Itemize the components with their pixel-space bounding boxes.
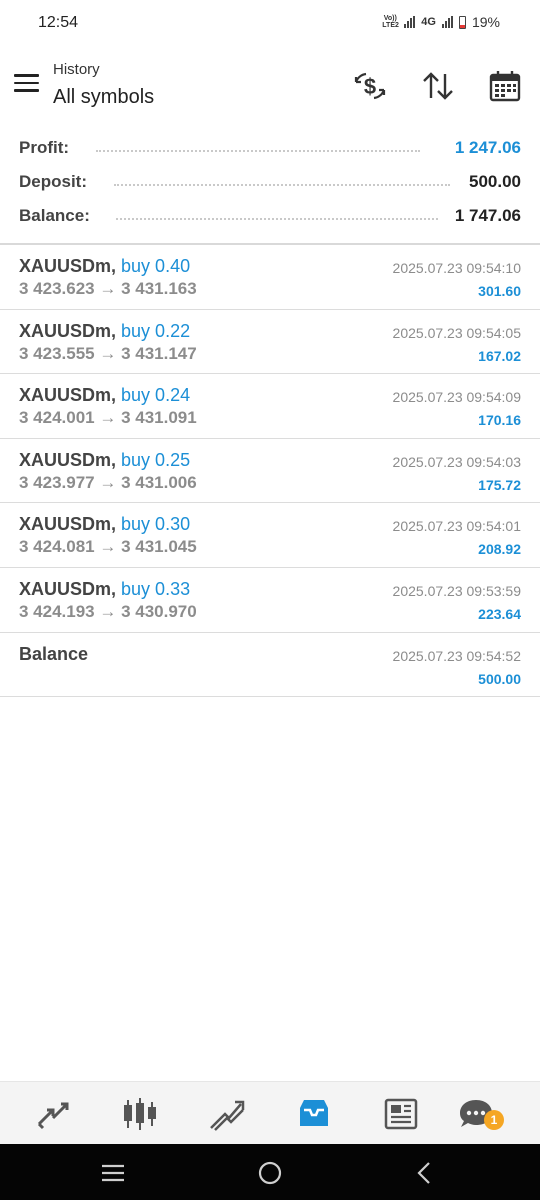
recents-icon[interactable] xyxy=(98,1158,128,1188)
home-icon[interactable] xyxy=(255,1158,285,1188)
trade-profit: 223.64 xyxy=(478,605,521,622)
summary-row-profit: Profit: 1 247.06 xyxy=(0,132,540,166)
trade-prices: 3 424.193 → 3 430.970 xyxy=(19,601,197,621)
trade-symbol: XAUUSDm, xyxy=(19,256,117,276)
back-icon[interactable] xyxy=(410,1158,440,1188)
trade-profit: 170.16 xyxy=(478,412,521,429)
trade-profit: 301.60 xyxy=(478,283,521,299)
chat-badge: 1 xyxy=(484,1110,504,1130)
system-nav xyxy=(0,1144,540,1200)
trade-profit: 208.92 xyxy=(478,541,521,558)
trade-row[interactable]: XAUUSDm, buy 0.30 3 424.081 → 3 431.045 … xyxy=(0,503,540,568)
status-indicators: Vo)) LTE2 4G 19% xyxy=(382,14,500,30)
balance-row[interactable]: Balance 2025.07.23 09:54:52 500.00 xyxy=(0,633,540,698)
trade-time: 2025.07.23 09:54:05 xyxy=(392,324,521,341)
trade-prices: 3 423.623 → 3 431.163 xyxy=(19,279,197,298)
trade-symbol: XAUUSDm, xyxy=(19,578,117,599)
chat-icon[interactable]: 1 xyxy=(456,1094,504,1134)
trade-row[interactable]: XAUUSDm, buy 0.33 3 424.193 → 3 430.970 … xyxy=(0,568,540,633)
header-subtitle: History xyxy=(53,61,100,78)
trade-symbol: XAUUSDm, xyxy=(19,449,117,470)
summary-value: 1 247.06 xyxy=(454,138,521,157)
header-title[interactable]: All symbols xyxy=(53,86,154,109)
trade-time: 2025.07.23 09:54:03 xyxy=(392,453,521,470)
balance-time: 2025.07.23 09:54:52 xyxy=(392,647,521,664)
history-list: XAUUSDm, buy 0.40 3 423.623 → 3 431.163 … xyxy=(0,245,540,698)
balance-amount: 500.00 xyxy=(478,670,521,687)
app-header: History All symbols $ xyxy=(0,52,540,116)
trade-symbol: XAUUSDm, xyxy=(19,320,117,341)
trade-action: buy 0.25 xyxy=(121,449,191,470)
svg-text:$: $ xyxy=(364,74,376,99)
trade-action: buy 0.24 xyxy=(121,385,191,406)
trade-time: 2025.07.23 09:53:59 xyxy=(392,582,521,599)
trade-action: buy 0.22 xyxy=(121,320,191,341)
trade-row[interactable]: XAUUSDm, buy 0.22 3 423.555 → 3 431.147 … xyxy=(0,310,540,375)
trade-symbol: XAUUSDm, xyxy=(19,514,117,535)
trade-icon[interactable] xyxy=(207,1094,247,1134)
status-bar: 12:54 Vo)) LTE2 4G 19% xyxy=(0,0,540,48)
chart-icon[interactable] xyxy=(120,1094,160,1134)
trade-prices: 3 423.555 → 3 431.147 xyxy=(19,343,197,363)
trade-prices: 3 423.977 → 3 431.006 xyxy=(19,472,197,492)
trade-prices: 3 424.001 → 3 431.091 xyxy=(19,408,197,428)
menu-icon[interactable] xyxy=(14,74,39,94)
trade-profit: 175.72 xyxy=(478,476,521,493)
summary-label: Balance: xyxy=(19,206,90,225)
summary-label: Profit: xyxy=(19,138,70,157)
signal-icon xyxy=(404,16,416,28)
summary-row-deposit: Deposit: 500.00 xyxy=(0,166,540,200)
summary-dots xyxy=(96,150,420,152)
trade-action: buy 0.30 xyxy=(121,514,191,535)
summary-row-balance: Balance: 1 747.06 xyxy=(0,200,540,234)
trade-symbol: XAUUSDm, xyxy=(19,385,117,406)
trade-row[interactable]: XAUUSDm, buy 0.25 3 423.977 → 3 431.006 … xyxy=(0,439,540,504)
news-icon[interactable] xyxy=(381,1094,421,1134)
trade-profit: 167.02 xyxy=(478,347,521,364)
summary-label: Deposit: xyxy=(19,172,87,191)
trade-row[interactable]: XAUUSDm, buy 0.40 3 423.623 → 3 431.163 … xyxy=(0,245,540,310)
status-time: 12:54 xyxy=(38,14,79,31)
trade-time: 2025.07.23 09:54:09 xyxy=(392,389,521,406)
battery-percent: 19% xyxy=(471,14,500,30)
currency-exchange-icon[interactable]: $ xyxy=(352,68,388,104)
quotes-icon[interactable] xyxy=(33,1094,73,1134)
trade-row[interactable]: XAUUSDm, buy 0.24 3 424.001 → 3 431.091 … xyxy=(0,374,540,439)
trade-action: buy 0.33 xyxy=(121,578,191,599)
trade-action: buy 0.40 xyxy=(121,256,191,276)
bottom-nav: 1 xyxy=(0,1081,540,1144)
summary-value: 500.00 xyxy=(469,172,521,191)
trade-prices: 3 424.081 → 3 431.045 xyxy=(19,537,197,557)
trade-time: 2025.07.23 09:54:01 xyxy=(392,518,521,535)
calendar-icon[interactable] xyxy=(487,68,523,104)
summary-value: 1 747.06 xyxy=(454,206,521,225)
summary-dots xyxy=(116,218,438,220)
sort-icon[interactable] xyxy=(420,68,456,104)
summary-panel: Profit: 1 247.06 Deposit: 500.00 Balance… xyxy=(0,132,540,234)
battery-icon xyxy=(458,15,466,29)
network-type: 4G xyxy=(421,16,436,28)
history-icon[interactable] xyxy=(294,1094,334,1134)
signal-icon-2 xyxy=(441,16,453,28)
summary-dots xyxy=(114,184,450,186)
balance-label: Balance xyxy=(19,643,89,664)
trade-time: 2025.07.23 09:54:10 xyxy=(392,260,521,276)
volte-indicator: Vo)) LTE2 xyxy=(382,15,399,29)
